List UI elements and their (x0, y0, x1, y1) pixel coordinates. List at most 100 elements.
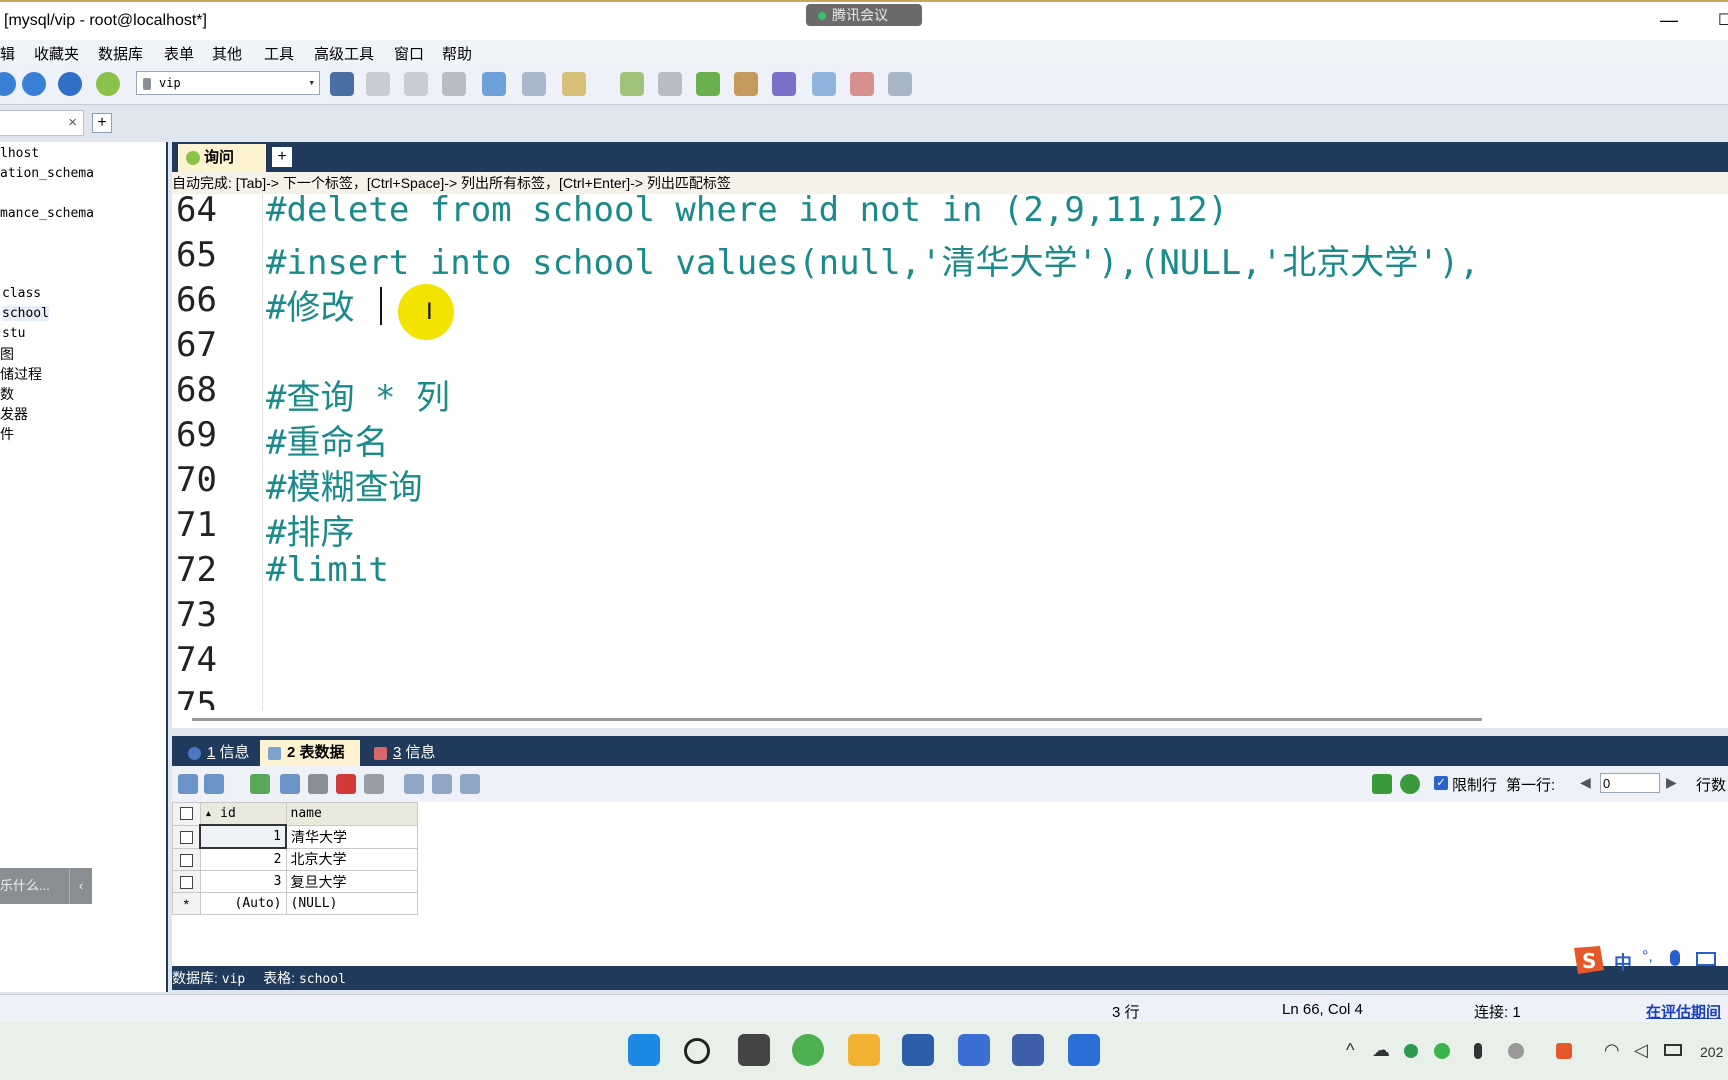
schedule-icon[interactable] (772, 72, 796, 96)
connection-tab[interactable]: × (0, 110, 84, 136)
copy-database-icon[interactable] (734, 72, 758, 96)
search-hint[interactable]: 乐什么... ‹ (0, 868, 92, 904)
windows-start-icon[interactable] (628, 1034, 660, 1066)
tree-item-class[interactable]: class (2, 286, 41, 301)
menu-help[interactable]: 帮助 (442, 43, 472, 64)
report-icon[interactable] (850, 72, 874, 96)
tree-item-functions[interactable]: 数 (0, 384, 14, 404)
import-icon[interactable] (482, 72, 506, 96)
sqlyog-app-icon[interactable] (1012, 1034, 1044, 1066)
add-row-icon[interactable] (250, 774, 270, 794)
task-view-icon[interactable] (738, 1034, 770, 1066)
ime-punct[interactable]: °, (1642, 948, 1653, 966)
delete-icon[interactable] (336, 774, 356, 794)
column-header-id[interactable]: ▴ id (199, 802, 287, 826)
cell-id[interactable]: 2 (199, 847, 287, 871)
compare-icon[interactable] (696, 72, 720, 96)
execute-all-icon[interactable] (22, 72, 46, 96)
close-icon[interactable]: × (68, 114, 77, 131)
menu-other[interactable]: 其他 (212, 43, 242, 64)
refresh-icon[interactable] (58, 72, 82, 96)
ime-lang[interactable]: 中 (1614, 949, 1632, 975)
cell-id[interactable]: (Auto) (199, 892, 287, 915)
tree-item-triggers[interactable]: 发器 (0, 404, 28, 424)
menu-advanced-tools[interactable]: 高级工具 (314, 43, 374, 64)
users-icon[interactable] (96, 72, 120, 96)
cell-name[interactable]: (NULL) (285, 892, 418, 915)
table-row[interactable]: 1 清华大学 (172, 824, 418, 849)
cell-name[interactable]: 复旦大学 (285, 870, 418, 893)
limit-rows-checkbox[interactable]: ✓ (1434, 776, 1448, 790)
row-checkbox[interactable] (172, 824, 201, 849)
first-row-input[interactable]: 0 (1600, 773, 1660, 793)
tab-messages-3[interactable]: 3 信息 (366, 740, 438, 766)
security-icon[interactable] (1434, 1043, 1450, 1059)
save-icon[interactable] (308, 774, 328, 794)
execute-icon[interactable] (0, 72, 16, 96)
export-icon[interactable] (562, 72, 586, 96)
copy-row-icon[interactable] (280, 774, 300, 794)
database-select[interactable]: vip ▾ (136, 71, 320, 95)
image-icon[interactable] (812, 72, 836, 96)
column-header-name[interactable]: name (285, 802, 418, 826)
table-row[interactable]: 3 复旦大学 (172, 870, 418, 893)
tree-item-views[interactable]: 图 (0, 344, 14, 364)
add-query-tab-button[interactable]: + (272, 147, 292, 167)
tree-item-performance-schema[interactable]: mance_schema (0, 206, 94, 221)
menu-tools[interactable]: 工具 (264, 43, 294, 64)
filter-icon[interactable] (1372, 774, 1392, 794)
create-table-icon[interactable] (404, 72, 428, 96)
tencent-meeting-badge[interactable]: 腾讯会议 (806, 4, 922, 26)
clock[interactable]: 202 (1700, 1044, 1723, 1060)
cell-name[interactable]: 北京大学 (285, 847, 418, 871)
tree-item-stu[interactable]: stu (2, 326, 25, 341)
store-icon[interactable] (902, 1034, 934, 1066)
cell-name[interactable]: 清华大学 (285, 824, 418, 849)
row-checkbox[interactable] (172, 847, 201, 871)
horizontal-scrollbar[interactable] (172, 710, 1728, 728)
refresh-icon[interactable] (1400, 774, 1420, 794)
next-page-icon[interactable]: ▶ (1666, 774, 1677, 791)
microphone-icon[interactable] (1670, 950, 1680, 966)
keyboard-icon[interactable] (1696, 952, 1716, 966)
database-sync-icon[interactable] (658, 72, 682, 96)
sogou-tray-icon[interactable] (1556, 1043, 1572, 1059)
menu-window[interactable]: 窗口 (394, 43, 424, 64)
tree-item-events[interactable]: 件 (0, 424, 14, 444)
cloud-icon[interactable]: ☁ (1372, 1040, 1390, 1061)
wechat-icon[interactable] (1404, 1044, 1418, 1058)
create-database-icon[interactable] (366, 72, 390, 96)
form-view-icon[interactable] (432, 774, 452, 794)
schema-icon[interactable] (522, 72, 546, 96)
browser-icon[interactable] (792, 1034, 824, 1066)
p-app-icon[interactable] (1068, 1034, 1100, 1066)
select-all-checkbox[interactable] (172, 802, 201, 826)
sql-editor[interactable]: 64 65 66 67 68 69 70 71 72 73 74 75 #del… (172, 194, 1728, 710)
cell-id[interactable]: 3 (199, 870, 287, 893)
cell-id[interactable]: 1 (199, 824, 287, 849)
cancel-icon[interactable] (364, 774, 384, 794)
prev-page-icon[interactable]: ◀ (1580, 774, 1591, 791)
table-row[interactable]: 2 北京大学 (172, 847, 418, 871)
menu-favorites[interactable]: 收藏夹 (34, 43, 79, 64)
ime-tray-icon[interactable] (1508, 1043, 1524, 1059)
menu-edit[interactable]: 辑 (0, 43, 15, 64)
new-row[interactable]: * (Auto) (NULL) (172, 892, 418, 915)
minimize-button[interactable]: — (1660, 10, 1678, 31)
tab-table-data[interactable]: 2 表数据 (260, 740, 360, 766)
text-view-icon[interactable] (460, 774, 480, 794)
microphone-tray-icon[interactable] (1474, 1043, 1482, 1059)
file-explorer-icon[interactable] (848, 1034, 880, 1066)
user-manager-icon[interactable] (330, 72, 354, 96)
tray-chevron-icon[interactable]: ^ (1346, 1040, 1354, 1061)
menu-table[interactable]: 表单 (164, 43, 194, 64)
search-icon[interactable] (684, 1038, 710, 1064)
tab-messages-1[interactable]: 1 信息 (180, 740, 252, 766)
volume-icon[interactable]: ◁ (1634, 1040, 1648, 1061)
battery-icon[interactable] (1664, 1044, 1682, 1056)
row-checkbox[interactable] (172, 870, 201, 893)
export-icon[interactable] (178, 774, 198, 794)
tree-item-school[interactable]: school (2, 306, 49, 321)
menu-database[interactable]: 数据库 (98, 43, 143, 64)
tree-item-information-schema[interactable]: ation_schema (0, 166, 94, 181)
